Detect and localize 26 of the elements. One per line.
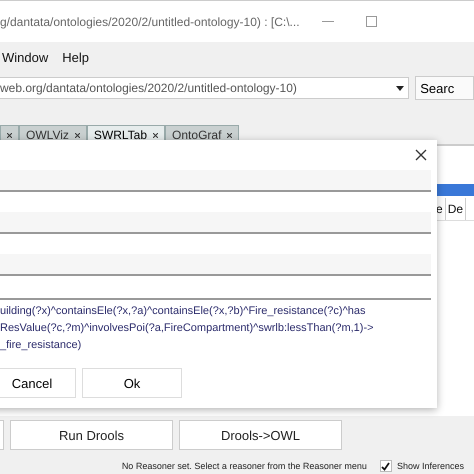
- maximize-icon[interactable]: [366, 16, 377, 27]
- input-field[interactable]: [0, 170, 431, 192]
- input-field[interactable]: [0, 254, 431, 276]
- menu-item[interactable]: Help: [62, 50, 89, 64]
- dialog-button[interactable]: Ok: [82, 368, 182, 398]
- close-icon[interactable]: [7, 132, 12, 138]
- checkbox-label: Show Inferences: [396, 461, 464, 471]
- menu-item[interactable]: Window: [2, 50, 48, 64]
- action-button[interactable]: Drools->OWL: [179, 420, 342, 450]
- dialog-button[interactable]: Cancel: [0, 368, 76, 398]
- selection-bar: [434, 184, 474, 196]
- checkbox[interactable]: [380, 460, 392, 472]
- close-icon[interactable]: [74, 132, 80, 138]
- search-button[interactable]: Searc: [415, 76, 474, 100]
- status-message: No Reasoner set. Select a reasoner from the Reasoner menu: [122, 461, 367, 471]
- input-field[interactable]: [0, 212, 431, 234]
- close-icon[interactable]: [415, 149, 427, 161]
- close-icon[interactable]: [153, 132, 158, 138]
- caret-icon: [396, 86, 404, 90]
- action-button[interactable]: Run Drools: [10, 420, 173, 450]
- ontology-combobox[interactable]: web.org/dantata/ontologies/2020/2/untitled-ontology-10): [0, 77, 410, 99]
- rule-field[interactable]: uilding(?x)^containsEle(?x,?a)^containsEle(?x,?b)^Fire_resistance(?c)^has ResValue(?c,?m)^involvesPoi(?a,FireCompartment)^swrlb:lessThan(?m,1)-> _fire_resistance): [0, 303, 437, 354]
- minimize-icon[interactable]: [322, 20, 334, 22]
- window-title: g/dantata/ontologies/2020/2/untitled-ontology-10) : [C:\...: [0, 14, 300, 28]
- column-header[interactable]: De: [446, 198, 466, 220]
- close-icon[interactable]: [227, 132, 232, 138]
